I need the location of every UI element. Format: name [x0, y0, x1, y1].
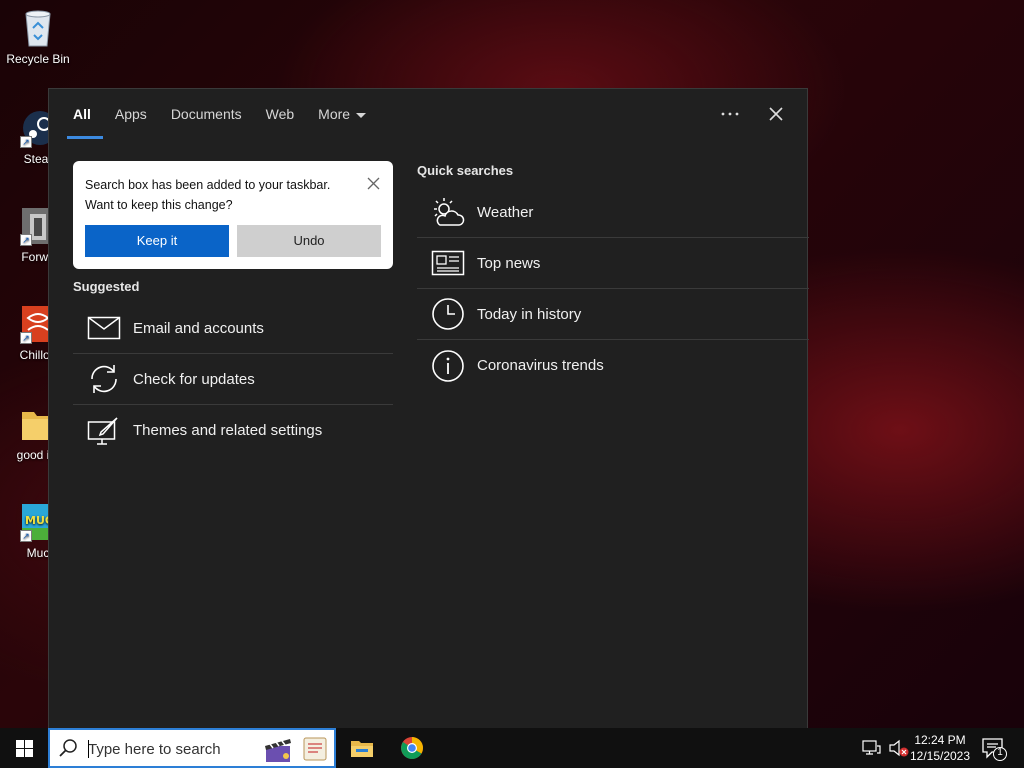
- list-item-label: Today in history: [477, 305, 582, 323]
- quick-search-top-news[interactable]: Top news: [417, 238, 809, 289]
- recycle-bin-icon: [20, 8, 56, 48]
- list-item-label: Email and accounts: [133, 319, 264, 337]
- chevron-down-icon: [356, 112, 367, 118]
- quick-search-today-in-history[interactable]: Today in history: [417, 289, 809, 340]
- news-icon: [431, 246, 465, 280]
- notification-count-badge: 1: [997, 747, 1003, 758]
- tab-web[interactable]: Web: [254, 89, 307, 139]
- clock-icon: [431, 297, 465, 331]
- list-item-label: Coronavirus trends: [477, 357, 604, 374]
- sync-icon: [87, 362, 121, 396]
- ellipsis-icon: [721, 112, 739, 116]
- info-icon: [431, 349, 465, 383]
- search-panel: All Apps Documents Web More Search box h…: [48, 88, 809, 728]
- list-item-label: Weather: [477, 203, 534, 221]
- suggested-item-themes-settings[interactable]: Themes and related settings: [73, 405, 393, 456]
- list-item-label: Themes and related settings: [133, 422, 323, 439]
- undo-button[interactable]: Undo: [237, 225, 381, 257]
- paint-monitor-icon: [87, 414, 121, 448]
- mail-icon: [87, 311, 121, 345]
- suggested-item-check-updates[interactable]: Check for updates: [73, 354, 393, 405]
- shortcut-arrow-icon: ↗: [20, 530, 32, 542]
- desktop-icon-label: Recycle Bin: [6, 52, 70, 66]
- toast-message: Search box has been added to your taskba…: [85, 178, 331, 212]
- desktop-icon-recycle-bin[interactable]: Recycle Bin: [0, 8, 76, 66]
- tab-all[interactable]: All: [61, 89, 103, 139]
- quick-search-weather[interactable]: Weather: [417, 187, 809, 238]
- taskbar-search-toast: Search box has been added to your taskba…: [73, 161, 393, 269]
- suggested-list: Email and accounts Check for updates The…: [73, 303, 393, 456]
- list-item-label: Top news: [477, 254, 541, 272]
- notepad-icon: [300, 734, 330, 768]
- search-input[interactable]: [88, 738, 258, 760]
- toast-close-button[interactable]: [365, 175, 381, 191]
- taskbar: 12:24 PM 12/15/2023 1: [0, 728, 1024, 768]
- taskbar-file-explorer[interactable]: [338, 728, 386, 768]
- clock-time: 12:24 PM: [914, 733, 966, 747]
- taskbar-search-box[interactable]: [48, 728, 336, 768]
- close-icon: [769, 107, 783, 121]
- shortcut-arrow-icon: ↗: [20, 332, 32, 344]
- more-options-button[interactable]: [717, 101, 743, 127]
- tab-apps[interactable]: Apps: [103, 89, 159, 139]
- keep-it-button[interactable]: Keep it: [85, 225, 229, 257]
- close-icon: [367, 177, 379, 189]
- action-center-button[interactable]: 1: [980, 734, 1008, 762]
- windows-logo-icon: [15, 739, 33, 757]
- quick-searches-list: Weather Top news Today in history Corona…: [417, 187, 809, 391]
- text-cursor: [88, 740, 89, 758]
- search-icon: [58, 738, 78, 763]
- suggested-item-email-accounts[interactable]: Email and accounts: [73, 303, 393, 354]
- folder-icon: [351, 741, 373, 757]
- shortcut-arrow-icon: ↗: [20, 136, 32, 148]
- chrome-icon: [401, 737, 423, 759]
- clock-date: 12/15/2023: [909, 749, 971, 763]
- quick-searches-title: Quick searches: [417, 163, 514, 178]
- suggested-title: Suggested: [73, 279, 140, 294]
- network-icon[interactable]: [862, 738, 882, 758]
- taskbar-chrome[interactable]: [388, 728, 436, 768]
- tab-documents[interactable]: Documents: [159, 89, 254, 139]
- shortcut-arrow-icon: ↗: [20, 234, 32, 246]
- quick-search-coronavirus-trends[interactable]: Coronavirus trends: [417, 340, 809, 391]
- tab-more[interactable]: More: [306, 89, 378, 139]
- weather-icon: [431, 195, 465, 229]
- taskbar-clock[interactable]: 12:24 PM 12/15/2023: [906, 732, 974, 764]
- search-tabs: All Apps Documents Web More: [61, 89, 378, 139]
- close-panel-button[interactable]: [763, 101, 789, 127]
- start-button[interactable]: [0, 728, 48, 768]
- list-item-label: Check for updates: [133, 370, 255, 388]
- clapperboard-icon: [262, 734, 294, 768]
